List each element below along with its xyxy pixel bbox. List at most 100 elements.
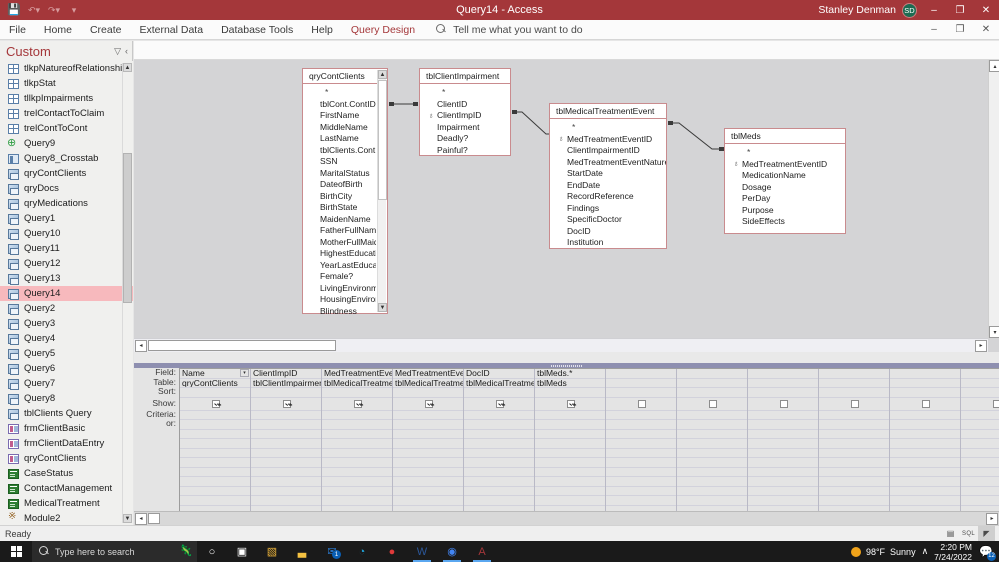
grid-blank-cell[interactable] bbox=[393, 486, 463, 496]
show-checkbox[interactable] bbox=[283, 399, 291, 408]
grid-blank-cell[interactable] bbox=[322, 467, 392, 477]
grid-or-cell[interactable] bbox=[961, 420, 999, 430]
chevron-down-circle-icon[interactable]: ▽ bbox=[114, 46, 121, 57]
nav-item-query6[interactable]: Query6 bbox=[0, 361, 133, 376]
grid-blank-cell[interactable] bbox=[677, 439, 747, 449]
nav-item-query8[interactable]: Query8 bbox=[0, 391, 133, 406]
chevron-down-icon[interactable]: ▾ bbox=[240, 369, 249, 378]
grid-column[interactable]: tblMeds.* tblMeds bbox=[535, 369, 606, 511]
tab-query-design[interactable]: Query Design bbox=[342, 20, 424, 40]
grid-blank-cell[interactable] bbox=[251, 439, 321, 449]
grid-column[interactable] bbox=[819, 369, 890, 511]
grid-blank-cell[interactable] bbox=[464, 496, 534, 506]
grid-blank-cell[interactable] bbox=[393, 477, 463, 487]
grid-blank-cell[interactable] bbox=[251, 477, 321, 487]
grid-column[interactable]: Name ▾ qryContClients bbox=[180, 369, 251, 511]
nav-scroll-up-arrow[interactable]: ▲ bbox=[123, 63, 132, 72]
grid-field-cell[interactable]: tblMeds.* bbox=[535, 369, 605, 379]
grid-sort-cell[interactable] bbox=[819, 388, 889, 398]
grid-blank-cell[interactable] bbox=[890, 477, 960, 487]
table-field[interactable]: RecordReference bbox=[550, 191, 666, 203]
task-view-icon[interactable]: ▣ bbox=[227, 541, 257, 562]
nav-item-query8-crosstab[interactable]: Query8_Crosstab bbox=[0, 151, 133, 166]
nav-item-query3[interactable]: Query3 bbox=[0, 316, 133, 331]
notification-center-icon[interactable]: 💬 12 bbox=[978, 544, 996, 561]
grid-criteria-cell[interactable] bbox=[322, 410, 392, 420]
show-checkbox[interactable] bbox=[354, 399, 362, 408]
table-box-qryContClients[interactable]: qryContClients * tblCont.ContID FirstName Mi… bbox=[302, 68, 388, 314]
table-field[interactable]: MedTreatmentEventNature bbox=[550, 157, 666, 169]
grid-blank-cell[interactable] bbox=[748, 477, 818, 487]
grid-or-cell[interactable] bbox=[464, 420, 534, 430]
table-field[interactable]: Blindness bbox=[303, 306, 376, 315]
diagram-scroll-down-arrow[interactable]: ▾ bbox=[989, 326, 999, 338]
grid-column[interactable] bbox=[606, 369, 677, 511]
grid-field-cell[interactable] bbox=[890, 369, 960, 379]
table-field[interactable]: StartDate bbox=[550, 168, 666, 180]
grid-blank-cell[interactable] bbox=[535, 448, 605, 458]
nav-item-tlkpstat[interactable]: tlkpStat bbox=[0, 76, 133, 91]
ribbon-restore-button[interactable]: ❐ bbox=[947, 20, 973, 40]
grid-criteria-cell[interactable] bbox=[251, 410, 321, 420]
grid-show-cell[interactable] bbox=[890, 397, 960, 411]
grid-hscroll-track[interactable] bbox=[160, 512, 985, 526]
grid-blank-cell[interactable] bbox=[961, 448, 999, 458]
customize-quick-access-icon[interactable]: ▾ bbox=[65, 1, 83, 19]
grid-table-cell[interactable]: tblMeds bbox=[535, 378, 605, 388]
table-field[interactable]: * bbox=[550, 122, 666, 134]
grid-blank-cell[interactable] bbox=[535, 439, 605, 449]
table-field-list[interactable]: * ♁ MedTreatmentEventID ClientImpairmentID M… bbox=[550, 119, 666, 249]
grid-blank-cell[interactable] bbox=[464, 448, 534, 458]
chrome-icon[interactable]: ◉ bbox=[437, 541, 467, 562]
show-checkbox[interactable] bbox=[638, 399, 646, 408]
grid-show-cell[interactable] bbox=[677, 397, 747, 411]
nav-item-query5[interactable]: Query5 bbox=[0, 346, 133, 361]
table-field[interactable]: YearLastEducation bbox=[303, 260, 376, 272]
grid-scroll-right-arrow[interactable]: ▸ bbox=[986, 512, 998, 525]
grid-blank-cell[interactable] bbox=[677, 448, 747, 458]
table-field[interactable]: Painful? bbox=[420, 145, 510, 157]
grid-horizontal-scrollbar[interactable]: ◂ ▸ bbox=[134, 511, 999, 525]
grid-blank-cell[interactable] bbox=[180, 458, 250, 468]
grid-sort-cell[interactable] bbox=[322, 388, 392, 398]
grid-blank-cell[interactable] bbox=[251, 496, 321, 506]
table-field[interactable]: ♁ ClientImpID bbox=[420, 110, 510, 122]
grid-blank-cell[interactable] bbox=[748, 486, 818, 496]
close-button[interactable]: ✕ bbox=[973, 0, 999, 20]
grid-blank-cell[interactable] bbox=[819, 448, 889, 458]
grid-blank-cell[interactable] bbox=[322, 448, 392, 458]
nav-item-tlkpnatureofrelationship[interactable]: tlkpNatureofRelationship bbox=[0, 61, 133, 76]
edge-icon[interactable]: ◔ bbox=[347, 541, 377, 562]
grid-show-cell[interactable] bbox=[748, 397, 818, 411]
grid-blank-cell[interactable] bbox=[890, 429, 960, 439]
nav-item-query13[interactable]: Query13 bbox=[0, 271, 133, 286]
grid-table-cell[interactable] bbox=[748, 378, 818, 388]
table-field[interactable]: Purpose bbox=[725, 205, 845, 217]
table-field[interactable]: * bbox=[420, 87, 510, 99]
nav-item-medicaltreatment[interactable]: MedicalTreatment bbox=[0, 496, 133, 511]
grid-blank-cell[interactable] bbox=[393, 467, 463, 477]
grid-blank-cell[interactable] bbox=[677, 486, 747, 496]
diagram-scroll-left-arrow[interactable]: ◂ bbox=[135, 339, 147, 352]
nav-item-query11[interactable]: Query11 bbox=[0, 241, 133, 256]
grid-show-cell[interactable] bbox=[180, 397, 250, 411]
table-field[interactable]: ClientImpairmentID bbox=[550, 145, 666, 157]
taskbar-clock[interactable]: 2:20 PM 7/24/2022 bbox=[934, 542, 972, 562]
show-checkbox[interactable] bbox=[212, 399, 220, 408]
grid-blank-cell[interactable] bbox=[677, 496, 747, 506]
grid-show-cell[interactable] bbox=[819, 397, 889, 411]
grid-blank-cell[interactable] bbox=[464, 486, 534, 496]
table-field[interactable]: BirthCity bbox=[303, 191, 376, 203]
nav-item-query2[interactable]: Query2 bbox=[0, 301, 133, 316]
grid-blank-cell[interactable] bbox=[180, 448, 250, 458]
grid-criteria-cell[interactable] bbox=[748, 410, 818, 420]
nav-item-trelcontacttoclaim[interactable]: trelContactToClaim bbox=[0, 106, 133, 121]
table-field[interactable]: Deadly? bbox=[420, 133, 510, 145]
grid-table-cell[interactable] bbox=[890, 378, 960, 388]
grid-blank-cell[interactable] bbox=[606, 448, 676, 458]
grid-sort-cell[interactable] bbox=[606, 388, 676, 398]
show-checkbox[interactable] bbox=[567, 399, 575, 408]
account-area[interactable]: Stanley Denman SD bbox=[818, 2, 921, 18]
grid-criteria-cell[interactable] bbox=[890, 410, 960, 420]
grid-field-cell[interactable]: Name ▾ bbox=[180, 369, 250, 379]
